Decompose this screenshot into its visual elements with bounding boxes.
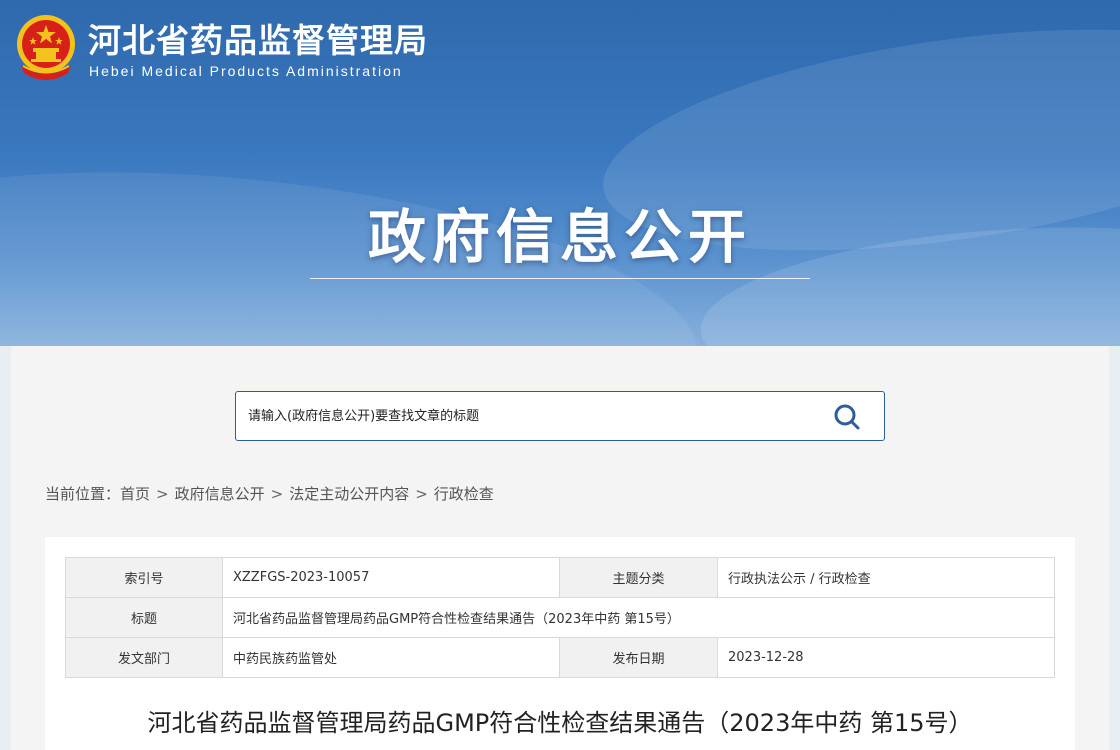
category-value: 行政执法公示 / 行政检查 xyxy=(717,557,1055,598)
table-row: 发文部门 中药民族药监管处 发布日期 2023-12-28 xyxy=(65,637,1055,678)
breadcrumb-statutory-content[interactable]: 法定主动公开内容 xyxy=(289,485,409,503)
breadcrumb-separator: > xyxy=(415,485,428,503)
national-emblem-icon xyxy=(17,15,75,80)
site-subtitle: Hebei Medical Products Administration xyxy=(89,63,403,79)
table-row: 索引号 XZZFGS-2023-10057 主题分类 行政执法公示 / 行政检查 xyxy=(65,557,1055,598)
breadcrumb-home[interactable]: 首页 xyxy=(120,485,150,503)
site-title[interactable]: 河北省药品监督管理局 xyxy=(88,14,428,62)
dept-value: 中药民族药监管处 xyxy=(222,637,560,678)
search-box xyxy=(235,391,885,441)
date-value: 2023-12-28 xyxy=(717,637,1055,678)
section-title: 政府信息公开 xyxy=(367,203,752,271)
title-divider xyxy=(310,278,810,279)
header-banner: 河北省药品监督管理局 Hebei Medical Products Admini… xyxy=(0,0,1120,346)
article-title: 河北省药品监督管理局药品GMP符合性检查结果通告（2023年中药 第15号） xyxy=(147,709,973,737)
search-icon[interactable] xyxy=(832,402,862,432)
title-label: 标题 xyxy=(65,597,223,638)
breadcrumb-separator: > xyxy=(270,485,284,503)
breadcrumb-prefix: 当前位置： xyxy=(45,485,121,503)
date-label: 发布日期 xyxy=(559,637,718,678)
title-value: 河北省药品监督管理局药品GMP符合性检查结果通告（2023年中药 第15号） xyxy=(222,597,1055,638)
index-value: XZZFGS-2023-10057 xyxy=(222,557,560,598)
table-row: 标题 河北省药品监督管理局药品GMP符合性检查结果通告（2023年中药 第15号… xyxy=(65,597,1055,638)
category-label: 主题分类 xyxy=(559,557,718,598)
breadcrumb-gov-info[interactable]: 政府信息公开 xyxy=(175,485,265,503)
index-label: 索引号 xyxy=(65,557,223,598)
metadata-table: 索引号 XZZFGS-2023-10057 主题分类 行政执法公示 / 行政检查… xyxy=(65,557,1055,678)
dept-label: 发文部门 xyxy=(65,637,223,678)
breadcrumb-separator: > xyxy=(156,485,169,503)
search-input[interactable] xyxy=(236,392,816,440)
breadcrumb: 当前位置：首页 > 政府信息公开 > 法定主动公开内容 > 行政检查 xyxy=(45,483,494,504)
breadcrumb-admin-inspection[interactable]: 行政检查 xyxy=(434,485,494,503)
